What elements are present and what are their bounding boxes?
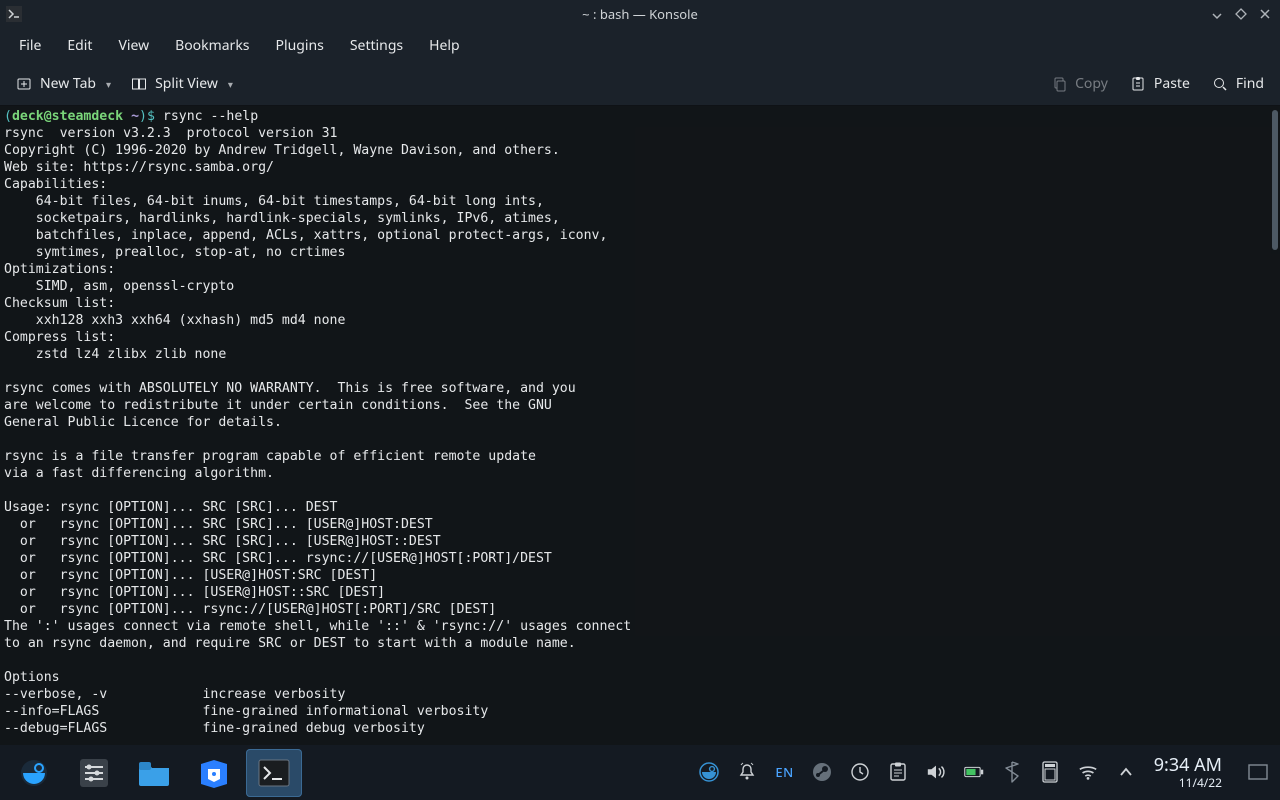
tray-steam2-icon[interactable] bbox=[812, 762, 832, 782]
copy-label: Copy bbox=[1075, 74, 1108, 93]
tray-clipboard-icon[interactable] bbox=[888, 762, 908, 782]
titlebar[interactable]: ~ : bash — Konsole bbox=[0, 0, 1280, 28]
tray-show-desktop-icon[interactable] bbox=[1248, 762, 1268, 782]
tray-steam-icon[interactable] bbox=[699, 762, 719, 782]
search-icon bbox=[1212, 76, 1228, 92]
plus-icon bbox=[16, 76, 32, 92]
tray-bluetooth-icon[interactable] bbox=[1002, 762, 1022, 782]
paste-label: Paste bbox=[1154, 74, 1190, 93]
tray-battery-icon[interactable] bbox=[964, 762, 984, 782]
copy-icon bbox=[1051, 76, 1067, 92]
chevron-down-icon: ▾ bbox=[106, 77, 111, 91]
clock-time: 9:34 AM bbox=[1154, 756, 1222, 776]
tray-notifications-icon[interactable] bbox=[737, 762, 757, 782]
menubar: File Edit View Bookmarks Plugins Setting… bbox=[0, 28, 1280, 62]
tray-arrow-icon[interactable] bbox=[1116, 762, 1136, 782]
taskbar-konsole[interactable] bbox=[246, 749, 302, 797]
menu-settings[interactable]: Settings bbox=[337, 30, 416, 61]
clock-date: 11/4/22 bbox=[1154, 776, 1222, 789]
konsole-window: ~ : bash — Konsole File Edit View Bookma… bbox=[0, 0, 1280, 745]
paste-button[interactable]: Paste bbox=[1120, 68, 1200, 99]
prompt-path: ~ bbox=[131, 109, 139, 124]
new-tab-button[interactable]: New Tab ▾ bbox=[6, 68, 121, 99]
split-view-button[interactable]: Split View ▾ bbox=[121, 68, 243, 99]
window-title: ~ : bash — Konsole bbox=[0, 5, 1280, 23]
chevron-down-icon: ▾ bbox=[228, 77, 233, 91]
taskbar-discover[interactable] bbox=[186, 749, 242, 797]
menu-view[interactable]: View bbox=[105, 30, 162, 61]
prompt-user-host: deck@steamdeck bbox=[12, 109, 123, 124]
copy-button[interactable]: Copy bbox=[1041, 68, 1118, 99]
taskbar-app-launcher[interactable] bbox=[6, 749, 62, 797]
tray-clock[interactable]: 9:34 AM 11/4/22 bbox=[1154, 756, 1222, 789]
menu-plugins[interactable]: Plugins bbox=[263, 30, 337, 61]
paste-icon bbox=[1130, 76, 1146, 92]
toolbar: New Tab ▾ Split View ▾ Copy Paste Find bbox=[0, 62, 1280, 106]
system-tray: EN 9:34 AM 11/4/22 bbox=[699, 756, 1274, 789]
terminal-area[interactable]: (deck@steamdeck ~)$ rsync --help rsync v… bbox=[0, 106, 1280, 745]
prompt-command: rsync --help bbox=[163, 109, 258, 124]
tray-volume-icon[interactable] bbox=[926, 762, 946, 782]
scrollbar-thumb[interactable] bbox=[1272, 110, 1278, 250]
find-button[interactable]: Find bbox=[1202, 68, 1274, 99]
tray-updates-icon[interactable] bbox=[850, 762, 870, 782]
tray-keyboard-layout[interactable]: EN bbox=[775, 763, 793, 781]
split-view-label: Split View bbox=[155, 74, 218, 93]
minimize-button[interactable] bbox=[1206, 3, 1228, 25]
split-icon bbox=[131, 76, 147, 92]
menu-edit[interactable]: Edit bbox=[54, 30, 105, 61]
tray-wifi-icon[interactable] bbox=[1078, 762, 1098, 782]
menu-help[interactable]: Help bbox=[416, 30, 473, 61]
find-label: Find bbox=[1236, 74, 1264, 93]
close-button[interactable] bbox=[1254, 3, 1276, 25]
maximize-button[interactable] bbox=[1230, 3, 1252, 25]
tray-disk-icon[interactable] bbox=[1040, 762, 1060, 782]
scrollbar[interactable] bbox=[1270, 110, 1280, 740]
app-icon bbox=[4, 4, 24, 24]
new-tab-label: New Tab bbox=[40, 74, 96, 93]
taskbar: EN 9:34 AM 11/4/22 bbox=[0, 745, 1280, 800]
menu-file[interactable]: File bbox=[6, 30, 54, 61]
menu-bookmarks[interactable]: Bookmarks bbox=[162, 30, 262, 61]
terminal-output: rsync version v3.2.3 protocol version 31… bbox=[4, 126, 631, 736]
taskbar-files[interactable] bbox=[126, 749, 182, 797]
taskbar-settings[interactable] bbox=[66, 749, 122, 797]
